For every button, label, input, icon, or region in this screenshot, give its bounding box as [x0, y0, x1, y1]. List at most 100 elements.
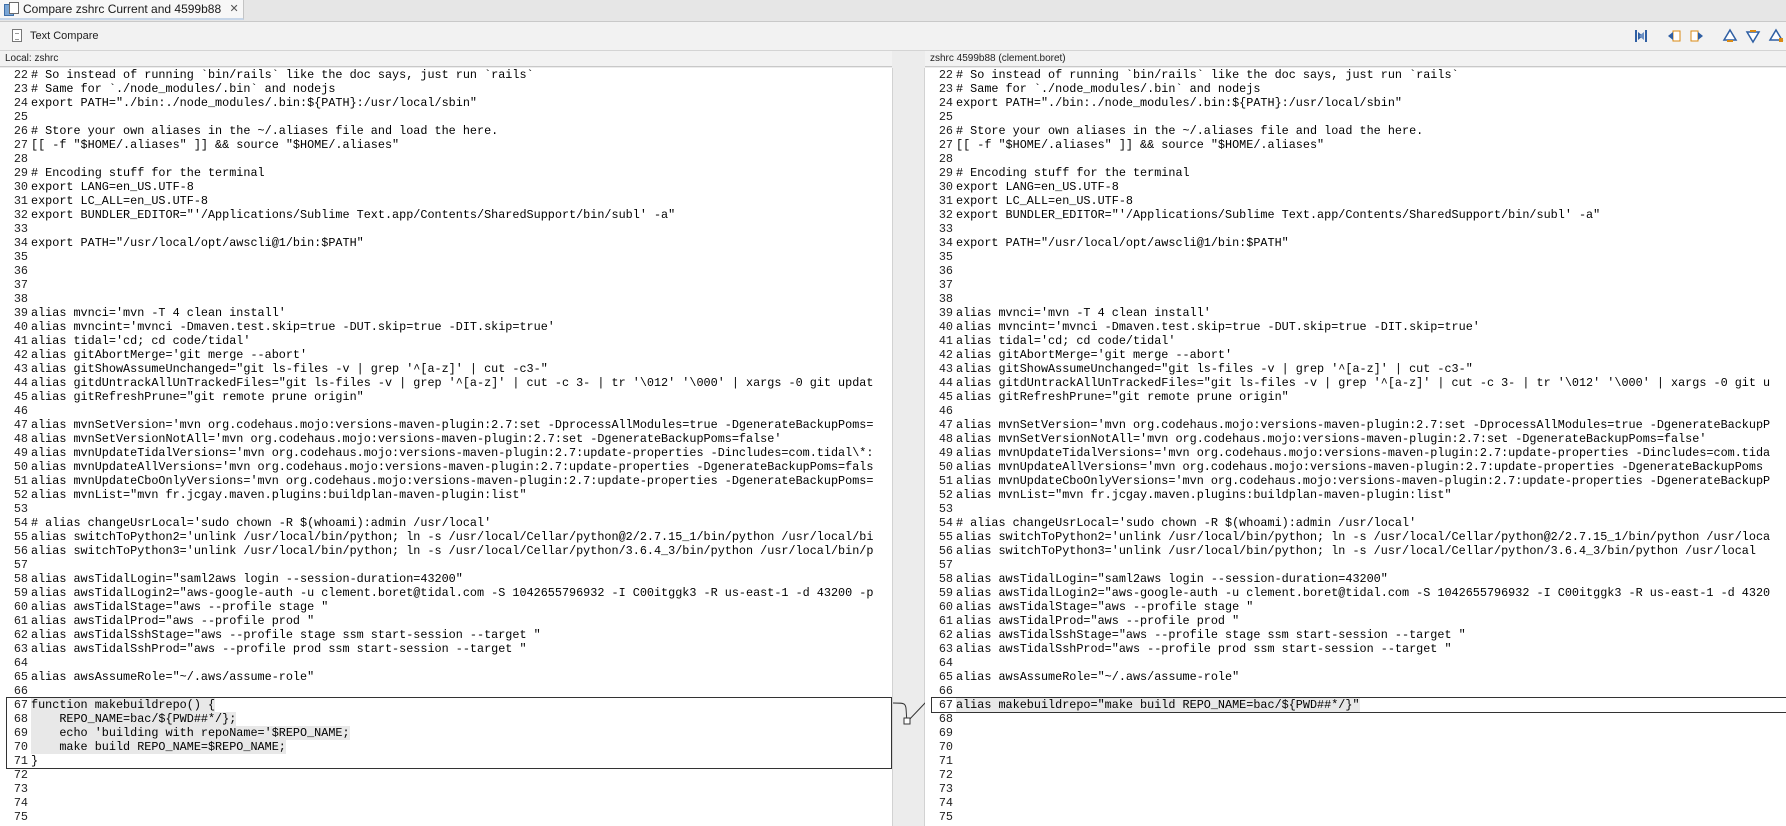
code-line: 53: [925, 502, 956, 516]
code-line: 46: [0, 404, 31, 418]
code-line: 30 export LANG=en_US.UTF-8: [925, 180, 1119, 194]
code-text: alias mvnUpdateAllVersions='mvn org.code…: [31, 460, 874, 474]
code-line: 54 # alias changeUsrLocal='sudo chown -R …: [0, 516, 491, 530]
code-line: 65 alias awsAssumeRole="~/.aws/assume-rol…: [0, 670, 314, 684]
code-text: alias awsTidalSshStage="aws --profile st…: [31, 628, 541, 642]
code-line: 63 alias awsTidalSshProd="aws --profile p…: [0, 642, 527, 656]
code-line: 52 alias mvnList="mvn fr.jcgay.maven.plug…: [925, 488, 1452, 502]
code-line: 34 export PATH="/usr/local/opt/awscli@1/b…: [0, 236, 364, 250]
code-line: 56 alias switchToPython3='unlink /usr/loc…: [925, 544, 1756, 558]
line-number: 53: [13, 502, 28, 516]
line-number: 42: [938, 348, 953, 362]
code-text: alias mvncint='mvnci -Dmaven.test.skip=t…: [31, 320, 555, 334]
code-line: 50 alias mvnUpdateAllVersions='mvn org.co…: [0, 460, 874, 474]
code-text: alias mvnUpdateTidalVersions='mvn org.co…: [956, 446, 1771, 460]
line-number: 26: [938, 124, 953, 138]
editor-tab[interactable]: Compare zshrc Current and 4599b88 ✕: [0, 0, 244, 20]
code-line: 36: [0, 264, 31, 278]
line-number: 35: [13, 250, 28, 264]
line-number: 57: [13, 558, 28, 572]
code-line: 41 alias tidal='cd; cd code/tidal': [925, 334, 1176, 348]
code-text: alias awsAssumeRole="~/.aws/assume-role": [31, 670, 315, 684]
line-number: 71: [938, 754, 953, 768]
code-text: alias awsTidalStage="aws --profile stage…: [31, 600, 329, 614]
code-text: alias switchToPython3='unlink /usr/local…: [956, 544, 1756, 558]
line-number: 45: [13, 390, 28, 404]
previous-difference-icon[interactable]: [1743, 26, 1763, 46]
code-line: 68 REPO_NAME=bac/${PWD##*/};: [0, 712, 237, 726]
code-text: alias awsTidalSshProd="aws --profile pro…: [956, 642, 1452, 656]
code-line: 69 echo 'building with repoName='$REPO_N…: [0, 726, 350, 740]
code-line: 66: [0, 684, 31, 698]
code-line: 35: [0, 250, 31, 264]
line-number: 60: [938, 600, 953, 614]
code-line: 31 export LC_ALL=en_US.UTF-8: [0, 194, 208, 208]
code-text: alias mvnSetVersionNotAll='mvn org.codeh…: [31, 432, 782, 446]
line-number: 39: [938, 306, 953, 320]
line-number: 38: [13, 292, 28, 306]
code-line: 48 alias mvnSetVersionNotAll='mvn org.cod…: [0, 432, 782, 446]
code-line: 64: [0, 656, 31, 670]
line-number: 34: [13, 236, 28, 250]
code-text: export LC_ALL=en_US.UTF-8: [956, 194, 1133, 208]
code-line: 32 export BUNDLER_EDITOR="'/Applications/…: [0, 208, 675, 222]
code-line: 22 # So instead of running `bin/rails` li…: [0, 68, 534, 82]
line-number: 49: [938, 446, 953, 460]
line-number: 35: [938, 250, 953, 264]
diff-gutter: [892, 68, 926, 826]
code-text: # alias changeUsrLocal='sudo chown -R $(…: [31, 516, 492, 530]
line-number: 66: [13, 684, 28, 698]
code-text: alias switchToPython3='unlink /usr/local…: [31, 544, 874, 558]
code-text: alias mvnci='mvn -T 4 clean install': [956, 306, 1211, 320]
code-line: 23 # Same for `./node_modules/.bin` and n…: [925, 82, 1261, 96]
code-line: 43 alias gitShowAssumeUnchanged="git ls-f…: [0, 362, 548, 376]
right-code-pane[interactable]: 22 # So instead of running `bin/rails` li…: [925, 68, 1786, 826]
code-line: 66: [925, 684, 956, 698]
code-line: 32 export BUNDLER_EDITOR="'/Applications/…: [925, 208, 1600, 222]
code-line: 22 # So instead of running `bin/rails` li…: [925, 68, 1459, 82]
code-line: 64: [925, 656, 956, 670]
code-text: export BUNDLER_EDITOR="'/Applications/Su…: [31, 208, 676, 222]
code-line: 37: [0, 278, 31, 292]
code-line: 48 alias mvnSetVersionNotAll='mvn org.cod…: [925, 432, 1707, 446]
line-number: 70: [13, 740, 28, 754]
two-way-compare-icon[interactable]: [1631, 26, 1651, 46]
line-number: 60: [13, 600, 28, 614]
code-line: 49 alias mvnUpdateTidalVersions='mvn org.…: [0, 446, 874, 460]
left-code-pane[interactable]: 22 # So instead of running `bin/rails` li…: [0, 68, 892, 826]
code-text: # Store your own aliases in the ~/.alias…: [956, 124, 1424, 138]
line-number: 43: [938, 362, 953, 376]
code-line: 27[[ -f "$HOME/.aliases" ]] && source "$…: [925, 138, 1324, 152]
line-number: 47: [938, 418, 953, 432]
line-number: 67: [13, 698, 28, 712]
code-line: 58 alias awsTidalLogin="saml2aws login --…: [925, 572, 1388, 586]
line-number: 56: [13, 544, 28, 558]
line-number: 46: [13, 404, 28, 418]
code-line: 52 alias mvnList="mvn fr.jcgay.maven.plug…: [0, 488, 527, 502]
code-text: # So instead of running `bin/rails` like…: [956, 68, 1459, 82]
next-change-icon[interactable]: [1766, 26, 1786, 46]
line-number: 45: [938, 390, 953, 404]
code-line: 63 alias awsTidalSshProd="aws --profile p…: [925, 642, 1452, 656]
code-text: alias awsTidalSshProd="aws --profile pro…: [31, 642, 527, 656]
copy-all-to-left-icon[interactable]: [1664, 26, 1684, 46]
line-number: 33: [938, 222, 953, 236]
line-number: 36: [938, 264, 953, 278]
copy-to-left-icon[interactable]: [1687, 26, 1707, 46]
next-difference-icon[interactable]: [1720, 26, 1740, 46]
line-number: 74: [13, 796, 28, 810]
code-line: 38: [925, 292, 956, 306]
line-number: 59: [938, 586, 953, 600]
code-line: 28: [925, 152, 956, 166]
code-line: 62 alias awsTidalSshStage="aws --profile …: [925, 628, 1466, 642]
line-number: 54: [938, 516, 953, 530]
code-text: # Same for `./node_modules/.bin` and nod…: [31, 82, 336, 96]
close-icon[interactable]: ✕: [228, 3, 240, 15]
code-text: # So instead of running `bin/rails` like…: [31, 68, 534, 82]
code-line: 65 alias awsAssumeRole="~/.aws/assume-rol…: [925, 670, 1239, 684]
line-number: 30: [13, 180, 28, 194]
code-line: 61 alias awsTidalProd="aws --profile prod…: [0, 614, 314, 628]
code-text: [[ -f "$HOME/.aliases" ]] && source "$HO…: [956, 138, 1325, 152]
code-line: 47 alias mvnSetVersion='mvn org.codehaus.…: [0, 418, 874, 432]
line-number: 57: [938, 558, 953, 572]
